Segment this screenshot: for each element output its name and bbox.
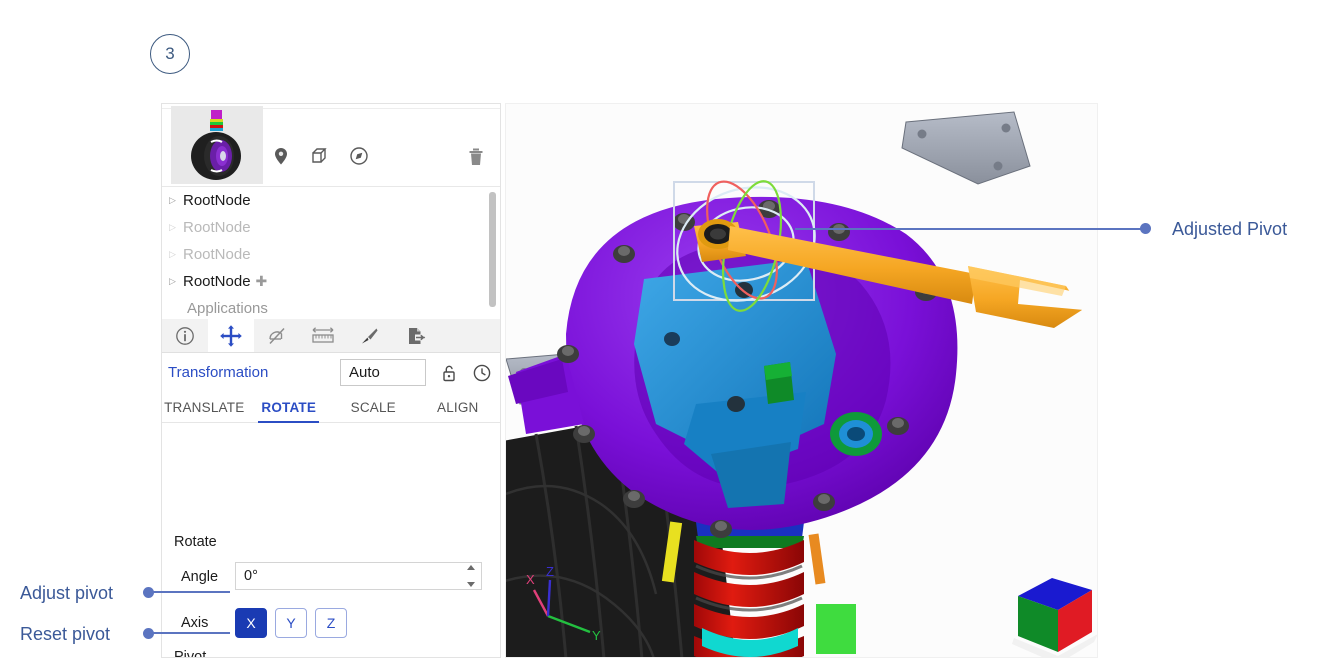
axis-button-z[interactable]: Z <box>315 608 347 638</box>
tree-row[interactable]: ▷ RootNode ✚ <box>162 268 500 295</box>
chevron-right-icon[interactable]: ▷ <box>169 195 183 206</box>
unlock-icon[interactable] <box>439 363 459 383</box>
axis-button-group: X Y Z <box>235 608 347 638</box>
tree-node-label: RootNode <box>183 273 251 290</box>
tab-measure[interactable] <box>300 319 346 352</box>
compass-icon[interactable] <box>348 145 370 167</box>
axis-triad-y-label: Y <box>592 628 601 643</box>
tree-node-label: RootNode <box>183 246 251 263</box>
tab-export[interactable] <box>392 319 438 352</box>
stepper-up-icon[interactable] <box>467 565 475 570</box>
trash-icon[interactable] <box>466 146 486 168</box>
tree-node-label: Applications <box>187 300 268 317</box>
properties-panel: ▷ RootNode ▷ RootNode ▷ RootNode ▷ RootN… <box>161 103 501 658</box>
axis-y-label: Y <box>286 615 296 631</box>
transform-subtabs: TRANSLATE ROTATE SCALE ALIGN <box>162 392 500 423</box>
stepper-down-icon[interactable] <box>467 582 475 587</box>
subtab-rotate[interactable]: ROTATE <box>247 392 332 423</box>
subtab-translate-label: TRANSLATE <box>164 399 245 415</box>
tree-row[interactable]: ▷ RootNode <box>162 241 500 268</box>
scene-tree[interactable]: ▷ RootNode ▷ RootNode ▷ RootNode ▷ RootN… <box>162 187 500 319</box>
move-handle-icon[interactable]: ✚ <box>256 273 268 290</box>
location-pin-icon[interactable] <box>270 145 292 167</box>
tab-info[interactable] <box>162 319 208 352</box>
subtab-translate[interactable]: TRANSLATE <box>162 392 247 422</box>
subtab-rotate-label: ROTATE <box>261 399 317 415</box>
transformation-header: Transformation <box>162 353 500 392</box>
annotation-adjust-pivot-label: Adjust pivot <box>20 583 114 603</box>
tree-row[interactable]: ▷ RootNode <box>162 214 500 241</box>
tree-node-label: RootNode <box>183 219 251 236</box>
axis-x-label: X <box>246 615 256 631</box>
annotation-reset-pivot-label: Reset pivot <box>20 624 111 644</box>
axis-triad-z-label: Z <box>546 564 554 579</box>
pivot-group-label: Pivot <box>174 649 207 658</box>
transformation-title: Transformation <box>168 364 269 381</box>
tab-appearance[interactable] <box>346 319 392 352</box>
chevron-right-icon[interactable]: ▷ <box>169 276 183 287</box>
step-number: 3 <box>165 44 175 63</box>
rotate-form: Rotate Angle Axis X Y Z Pivot <box>162 423 500 657</box>
3d-viewport[interactable]: X Y Z <box>505 103 1098 658</box>
wheel-assembly-thumbnail <box>171 106 263 184</box>
step-number-badge: 3 <box>150 34 190 74</box>
chevron-right-icon[interactable]: ▷ <box>169 249 183 260</box>
panel-icon-tabbar <box>162 319 500 353</box>
tree-row[interactable]: Applications <box>162 295 500 319</box>
tab-physics[interactable] <box>254 319 300 352</box>
rotate-group-label: Rotate <box>174 534 217 550</box>
tree-row[interactable]: ▷ RootNode <box>162 187 500 214</box>
angle-label: Angle <box>181 569 219 585</box>
annotation-adjusted-pivot-leader <box>795 228 1143 230</box>
subtab-scale-label: SCALE <box>350 399 396 415</box>
angle-stepper[interactable] <box>465 565 477 587</box>
subtab-align[interactable]: ALIGN <box>416 392 501 422</box>
axis-triad-x-label: X <box>526 572 535 587</box>
axis-z-label: Z <box>326 615 336 631</box>
annotation-reset-pivot-leader <box>148 632 230 634</box>
chevron-right-icon[interactable]: ▷ <box>169 222 183 233</box>
axis-label: Axis <box>181 615 209 631</box>
transformation-mode-input[interactable] <box>340 359 426 386</box>
clock-history-icon[interactable] <box>472 363 492 383</box>
annotation-adjusted-pivot-label: Adjusted Pivot <box>1172 219 1288 239</box>
annotation-adjust-pivot-leader <box>148 591 230 593</box>
axis-button-x[interactable]: X <box>235 608 267 638</box>
screenshot-root: 3 ▷ RootNode ▷ RootNode ▷ RootNode ▷ Roo… <box>0 0 1333 671</box>
subtab-align-label: ALIGN <box>436 399 479 415</box>
subtab-scale[interactable]: SCALE <box>331 392 416 422</box>
bounding-box-icon[interactable] <box>309 145 331 167</box>
selection-tool-icons <box>270 145 370 167</box>
selection-header-row <box>162 106 500 187</box>
axis-button-y[interactable]: Y <box>275 608 307 638</box>
angle-input[interactable] <box>235 562 482 590</box>
tree-scrollbar[interactable] <box>489 192 496 307</box>
tab-transform[interactable] <box>208 319 254 352</box>
tree-node-label: RootNode <box>183 192 251 209</box>
